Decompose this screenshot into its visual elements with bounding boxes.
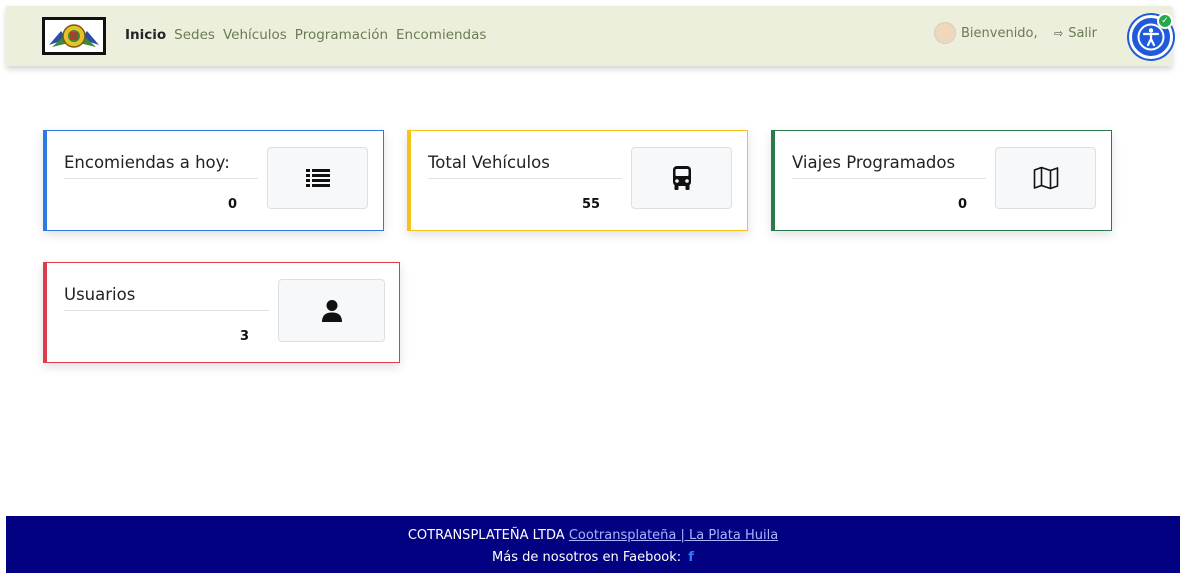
logout-label: Salir — [1068, 26, 1098, 41]
list-icon — [305, 169, 330, 187]
card-icon-button[interactable] — [278, 279, 385, 342]
card-encomiendas: Encomiendas a hoy: 0 — [43, 130, 384, 231]
card-title: Encomiendas a hoy: — [64, 153, 258, 179]
map-icon — [1033, 166, 1058, 190]
company-name: COTRANSPLATEÑA LTDA — [407, 528, 565, 543]
card-title: Total Vehículos — [428, 153, 622, 179]
welcome-label: Bienvenido, — [961, 25, 1038, 41]
card-icon-button[interactable] — [267, 147, 368, 209]
card-title: Usuarios — [64, 285, 269, 311]
bus-icon — [672, 166, 691, 190]
avatar — [934, 22, 956, 44]
nav-inicio[interactable]: Inicio — [125, 27, 166, 43]
sign-out-icon: ⇨ — [1054, 27, 1064, 40]
card-value: 0 — [958, 197, 968, 212]
nav-links: Inicio Sedes Vehículos Programación Enco… — [125, 27, 494, 43]
footer-line-facebook: Más de nosotros en Faebook: f — [6, 550, 1180, 565]
company-link[interactable]: Cootransplateña | La Plata Huila — [569, 528, 778, 543]
user-welcome[interactable]: Bienvenido, — [934, 22, 1038, 44]
facebook-icon[interactable]: f — [688, 550, 694, 565]
card-vehiculos: Total Vehículos 55 — [407, 130, 748, 231]
nav-encomiendas[interactable]: Encomiendas — [396, 27, 486, 43]
logo-emblem-icon — [49, 24, 99, 48]
user-icon — [321, 299, 342, 322]
check-icon: ✓ — [1157, 13, 1173, 29]
logout-link[interactable]: ⇨ Salir — [1054, 26, 1097, 41]
nav-programacion[interactable]: Programación — [295, 27, 388, 43]
logo[interactable] — [42, 17, 106, 55]
facebook-text: Más de nosotros en Faebook: — [492, 550, 682, 565]
nav-vehiculos[interactable]: Vehículos — [223, 27, 287, 43]
nav-sedes[interactable]: Sedes — [174, 27, 215, 43]
card-value: 3 — [240, 329, 250, 344]
navbar: Inicio Sedes Vehículos Programación Enco… — [6, 6, 1172, 66]
card-usuarios: Usuarios 3 — [43, 262, 400, 363]
footer: COTRANSPLATEÑA LTDA Cootransplateña | La… — [6, 516, 1180, 573]
card-viajes: Viajes Programados 0 — [771, 130, 1112, 231]
card-icon-button[interactable] — [995, 147, 1096, 209]
card-title: Viajes Programados — [792, 153, 986, 179]
card-value: 55 — [582, 197, 601, 212]
card-icon-button[interactable] — [631, 147, 732, 209]
footer-line-company: COTRANSPLATEÑA LTDA Cootransplateña | La… — [6, 528, 1180, 543]
card-value: 0 — [228, 197, 238, 212]
